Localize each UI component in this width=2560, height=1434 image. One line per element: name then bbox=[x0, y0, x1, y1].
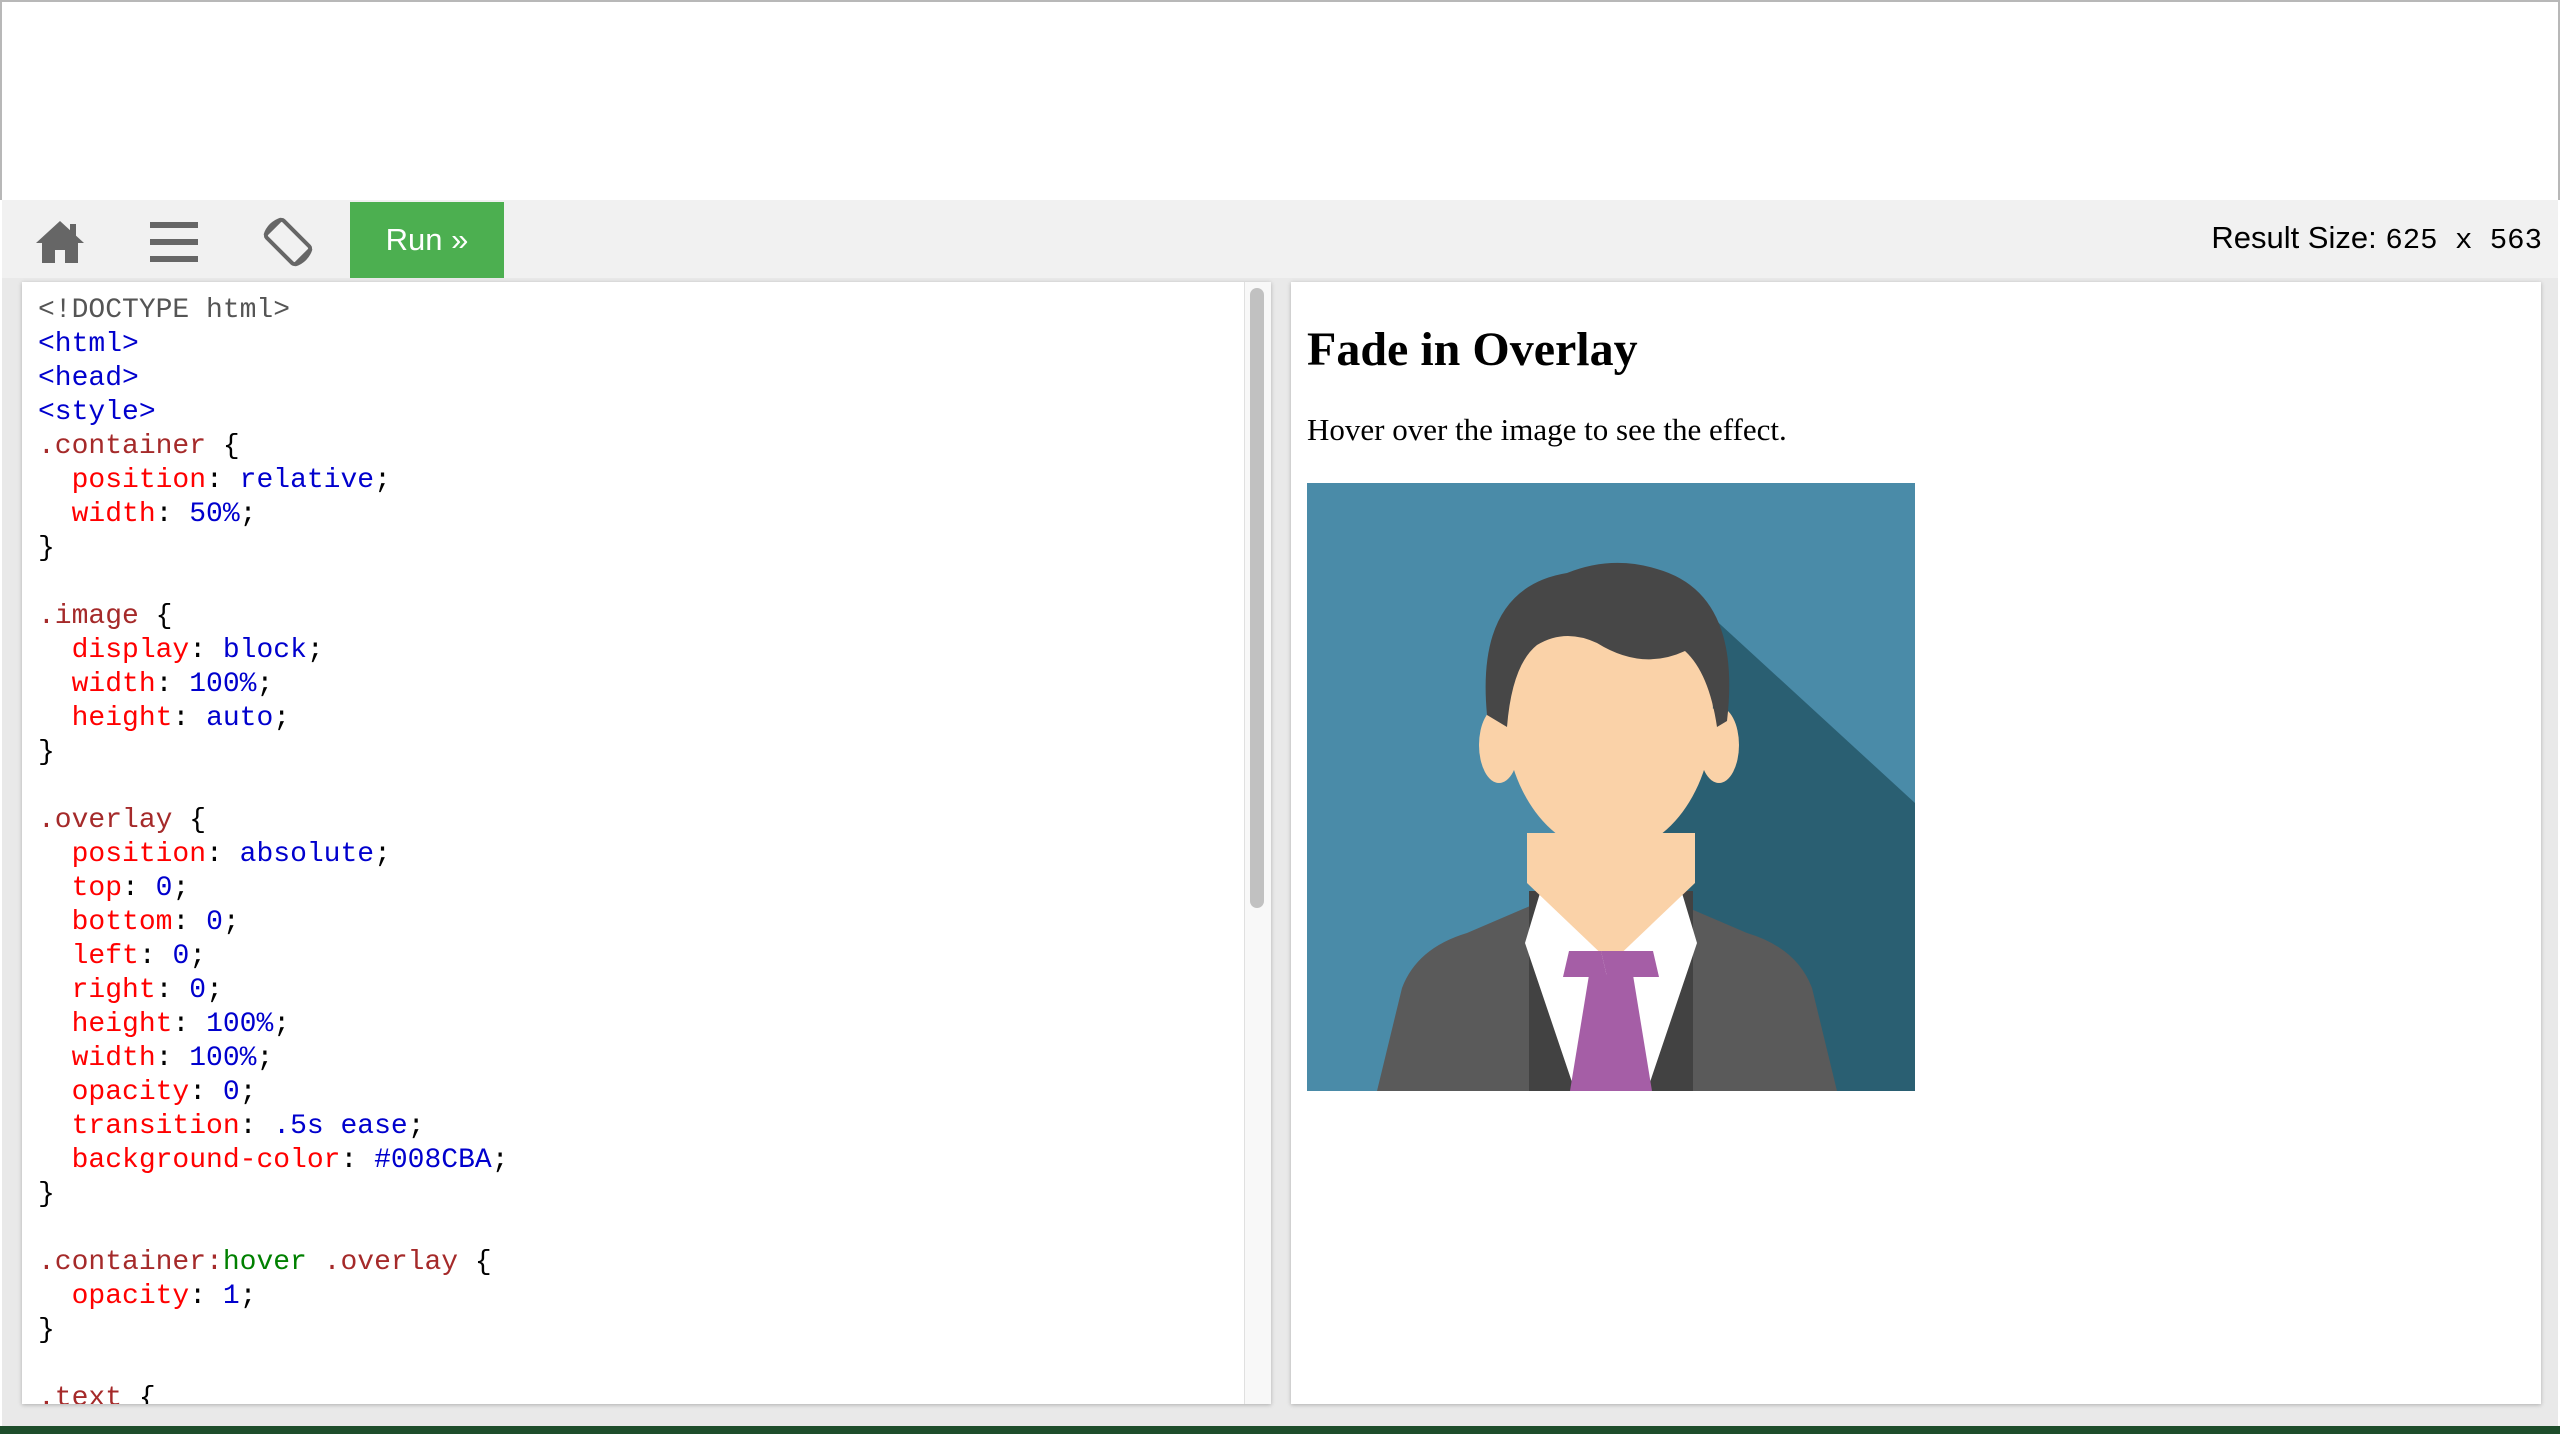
code-line[interactable]: <style> bbox=[38, 396, 509, 430]
code-line[interactable]: } bbox=[38, 736, 509, 770]
code-line[interactable]: <head> bbox=[38, 362, 509, 396]
code-line[interactable]: bottom: 0; bbox=[38, 906, 509, 940]
code-line[interactable]: .container:hover .overlay { bbox=[38, 1246, 509, 1280]
code-line[interactable]: height: 100%; bbox=[38, 1008, 509, 1042]
code-line[interactable]: height: auto; bbox=[38, 702, 509, 736]
bottom-strip bbox=[0, 1426, 2560, 1434]
menu-icon[interactable] bbox=[144, 214, 204, 270]
code-line[interactable]: display: block; bbox=[38, 634, 509, 668]
code-line[interactable]: } bbox=[38, 1314, 509, 1348]
code-line[interactable]: opacity: 0; bbox=[38, 1076, 509, 1110]
result-panel: Fade in Overlay Hover over the image to … bbox=[1291, 282, 2541, 1404]
code-line[interactable]: .overlay { bbox=[38, 804, 509, 838]
result-heading: Fade in Overlay bbox=[1307, 323, 1638, 376]
result-size-value: 625 x 563 bbox=[2385, 224, 2542, 257]
result-description: Hover over the image to see the effect. bbox=[1307, 412, 1787, 447]
code-line[interactable]: right: 0; bbox=[38, 974, 509, 1008]
code-line[interactable]: transition: .5s ease; bbox=[38, 1110, 509, 1144]
code-line[interactable]: position: relative; bbox=[38, 464, 509, 498]
toolbar: Run » Result Size: 625 x 563 bbox=[2, 200, 2558, 278]
code-line[interactable]: <!DOCTYPE html> bbox=[38, 294, 509, 328]
code-line[interactable]: ​ bbox=[38, 1212, 509, 1246]
code-line[interactable]: } bbox=[38, 532, 509, 566]
code-line[interactable]: ​ bbox=[38, 566, 509, 600]
code-line[interactable]: width: 100%; bbox=[38, 668, 509, 702]
code-line[interactable]: width: 50%; bbox=[38, 498, 509, 532]
run-button[interactable]: Run » bbox=[350, 202, 504, 278]
result-size-label: Result Size: bbox=[2211, 220, 2377, 255]
rotate-icon[interactable] bbox=[258, 214, 318, 270]
code-line[interactable]: background-color: #008CBA; bbox=[38, 1144, 509, 1178]
code-line[interactable]: .image { bbox=[38, 600, 509, 634]
avatar-image[interactable] bbox=[1307, 483, 1915, 1091]
result-size-indicator: Result Size: 625 x 563 bbox=[2211, 220, 2542, 257]
code-editor[interactable]: <!DOCTYPE html> <html> <head> <style> .conta… bbox=[22, 282, 1271, 1404]
code-line[interactable]: ​ bbox=[38, 770, 509, 804]
code-line[interactable]: .container { bbox=[38, 430, 509, 464]
page-header-blank bbox=[0, 0, 2560, 200]
code-line[interactable]: position: absolute; bbox=[38, 838, 509, 872]
code-scrollbar-thumb[interactable] bbox=[1250, 288, 1264, 908]
code-line[interactable]: ​ bbox=[38, 1348, 509, 1382]
code-content[interactable]: <!DOCTYPE html> <html> <head> <style> .conta… bbox=[38, 294, 509, 1404]
code-line[interactable]: top: 0; bbox=[38, 872, 509, 906]
code-line[interactable]: .text { bbox=[38, 1382, 509, 1404]
home-icon[interactable] bbox=[30, 214, 90, 270]
code-line[interactable]: left: 0; bbox=[38, 940, 509, 974]
code-line[interactable]: <html> bbox=[38, 328, 509, 362]
code-line[interactable]: } bbox=[38, 1178, 509, 1212]
code-line[interactable]: opacity: 1; bbox=[38, 1280, 509, 1314]
code-line[interactable]: width: 100%; bbox=[38, 1042, 509, 1076]
